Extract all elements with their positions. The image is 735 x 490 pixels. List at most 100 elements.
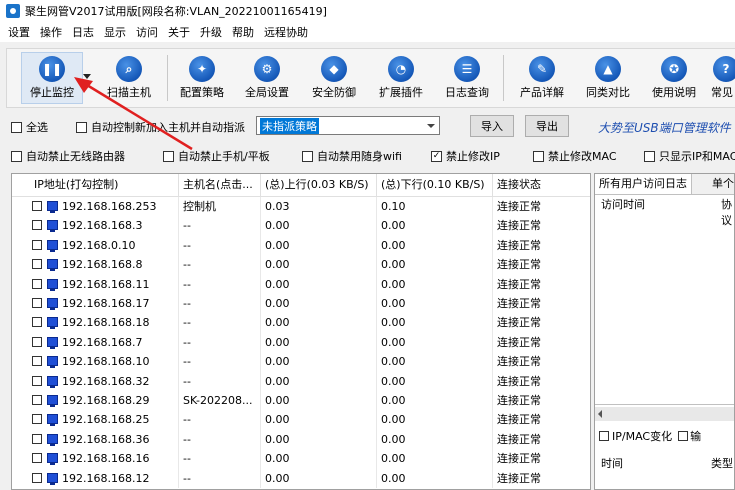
table-row[interactable]: 192.168.168.3 -- 0.00 0.00 连接正常 xyxy=(12,216,590,236)
cell-download: 0.00 xyxy=(377,352,493,372)
promo-slogan[interactable]: 大势至USB端口管理软件 xyxy=(598,119,731,136)
cell-ip: 192.168.168.18 xyxy=(12,313,179,333)
row-checkbox[interactable] xyxy=(32,395,42,405)
cell-status: 连接正常 xyxy=(493,372,590,391)
cell-upload: 0.00 xyxy=(261,468,377,488)
opt-block-router[interactable]: 自动禁止无线路由器 xyxy=(11,148,125,164)
scan-hosts-button[interactable]: ⌕ 扫描主机 xyxy=(99,53,159,103)
menu-settings[interactable]: 设置 xyxy=(0,24,35,40)
auto-control-checkbox[interactable]: 自动控制新加入主机并自动指派 xyxy=(76,119,245,135)
cell-ip: 192.168.168.29 xyxy=(12,391,179,411)
product-detail-button[interactable]: ✎ 产品详解 xyxy=(512,53,572,103)
row-checkbox[interactable] xyxy=(32,375,42,386)
cell-upload: 0.00 xyxy=(261,255,377,275)
menu-access[interactable]: 访问 xyxy=(131,24,163,40)
select-all-checkbox[interactable]: 全选 xyxy=(11,119,48,135)
cell-ip: 192.168.168.3 xyxy=(12,216,179,236)
row-checkbox[interactable] xyxy=(32,298,42,308)
menu-operate[interactable]: 操作 xyxy=(35,24,67,40)
window-title: 聚生网管V2017试用版[网段名称:VLAN_20221001165419] xyxy=(25,5,327,18)
table-row[interactable]: 192.168.168.25 -- 0.00 0.00 连接正常 xyxy=(12,410,590,430)
row-checkbox[interactable] xyxy=(32,278,42,289)
opt-show-ip-mac[interactable]: 只显示IP和MAC xyxy=(644,148,735,164)
table-row[interactable]: 192.168.168.17 -- 0.00 0.00 连接正常 xyxy=(12,294,590,314)
ip-address: 192.168.168.10 xyxy=(62,355,150,369)
row-checkbox[interactable] xyxy=(32,414,42,425)
tab-single[interactable]: 单个 xyxy=(708,174,734,194)
table-row[interactable]: 192.168.168.16 -- 0.00 0.00 连接正常 xyxy=(12,449,590,469)
cell-ip: 192.168.168.36 xyxy=(12,429,179,450)
global-settings-button[interactable]: ⚙ 全局设置 xyxy=(237,53,297,103)
security-defense-button[interactable]: ◆ 安全防御 xyxy=(304,53,364,103)
ip-address: 192.168.168.8 xyxy=(62,258,143,272)
table-row[interactable]: 192.168.168.7 -- 0.00 0.00 连接正常 xyxy=(12,332,590,353)
col-status[interactable]: 连接状态 xyxy=(493,174,590,196)
opt-block-wifi[interactable]: 自动禁用随身wifi xyxy=(302,148,402,164)
opt-forbid-ip-change[interactable]: ✓ 禁止修改IP xyxy=(431,148,500,164)
row-checkbox[interactable] xyxy=(32,259,42,270)
export-button[interactable]: 导出 xyxy=(525,115,569,137)
scroll-left-icon[interactable] xyxy=(598,410,602,418)
row-checkbox[interactable] xyxy=(32,201,42,211)
table-row[interactable]: 192.168.168.8 -- 0.00 0.00 连接正常 xyxy=(12,255,590,275)
cell-status: 连接正常 xyxy=(493,333,590,352)
manual-button[interactable]: ✪ 使用说明 xyxy=(644,53,704,103)
table-row[interactable]: 192.168.168.253 控制机 0.03 0.10 连接正常 xyxy=(12,197,590,217)
col-download[interactable]: (总)下行(0.10 KB/S) xyxy=(377,174,493,196)
table-row[interactable]: 192.168.168.18 -- 0.00 0.00 连接正常 xyxy=(12,313,590,333)
import-button[interactable]: 导入 xyxy=(470,115,514,137)
cell-upload: 0.00 xyxy=(261,235,377,256)
row-checkbox[interactable] xyxy=(32,433,42,444)
horizontal-scrollbar[interactable] xyxy=(595,407,734,421)
menu-help[interactable]: 帮助 xyxy=(227,24,259,40)
col-ip[interactable]: IP地址(打勾控制) xyxy=(12,174,179,196)
opt-block-phone[interactable]: 自动禁止手机/平板 xyxy=(163,148,270,164)
table-row[interactable]: 192.168.0.10 -- 0.00 0.00 连接正常 xyxy=(12,235,590,256)
log-query-button[interactable]: ☰ 日志查询 xyxy=(437,53,497,103)
tab-all-users-log[interactable]: 所有用户访问日志 xyxy=(595,174,692,194)
col-time: 时间 xyxy=(601,457,623,470)
opt-forbid-mac-change[interactable]: 禁止修改MAC xyxy=(533,148,617,164)
row-checkbox[interactable] xyxy=(32,453,42,464)
menu-display[interactable]: 显示 xyxy=(99,24,131,40)
config-policy-button[interactable]: ✦ 配置策略 xyxy=(172,53,232,103)
cell-hostname: -- xyxy=(179,352,261,372)
shield-icon: ◆ xyxy=(321,56,347,82)
table-row[interactable]: 192.168.168.32 -- 0.00 0.00 连接正常 xyxy=(12,371,590,391)
log-tabs: 所有用户访问日志 单个 xyxy=(595,174,734,195)
policy-select[interactable]: 未指派策略 xyxy=(256,116,440,135)
row-checkbox[interactable] xyxy=(32,336,42,347)
table-row[interactable]: 192.168.168.11 -- 0.00 0.00 连接正常 xyxy=(12,274,590,294)
manual-icon: ✪ xyxy=(661,56,687,82)
table-row[interactable]: 192.168.168.12 -- 0.00 0.00 连接正常 xyxy=(12,468,590,488)
compare-button[interactable]: ▲ 同类对比 xyxy=(578,53,638,103)
computer-icon xyxy=(47,414,58,427)
extra-checkbox[interactable] xyxy=(678,431,689,441)
menu-upgrade[interactable]: 升级 xyxy=(195,24,227,40)
cell-hostname: -- xyxy=(179,274,261,294)
row-checkbox[interactable] xyxy=(32,220,42,231)
dropdown-arrow-icon[interactable] xyxy=(83,74,91,79)
row-checkbox[interactable] xyxy=(32,472,42,483)
menu-remote[interactable]: 远程协助 xyxy=(259,24,313,40)
extension-plugin-button[interactable]: ◔ 扩展插件 xyxy=(371,53,431,103)
row-checkbox[interactable] xyxy=(32,239,42,250)
row-checkbox[interactable] xyxy=(32,356,42,367)
row-checkbox[interactable] xyxy=(32,317,42,328)
stop-monitor-button[interactable]: ❚❚ 停止监控 xyxy=(21,52,83,104)
cell-hostname: -- xyxy=(179,429,261,450)
cell-hostname: SK-202208... xyxy=(179,391,261,411)
menu-log[interactable]: 日志 xyxy=(67,24,99,40)
cell-status: 连接正常 xyxy=(493,469,590,488)
cell-ip: 192.168.168.11 xyxy=(12,274,179,294)
faq-button[interactable]: ? 常见 xyxy=(707,53,735,103)
table-row[interactable]: 192.168.168.10 -- 0.00 0.00 连接正常 xyxy=(12,352,590,372)
col-hostname[interactable]: 主机名(点击... xyxy=(179,174,261,196)
table-row[interactable]: 192.168.168.29 SK-202208... 0.00 0.00 连接正常 xyxy=(12,391,590,411)
menu-about[interactable]: 关于 xyxy=(163,24,195,40)
ip-address: 192.168.168.7 xyxy=(62,335,143,349)
cell-upload: 0.00 xyxy=(261,216,377,236)
col-upload[interactable]: (总)上行(0.03 KB/S) xyxy=(261,174,377,196)
table-row[interactable]: 192.168.168.36 -- 0.00 0.00 连接正常 xyxy=(12,429,590,450)
ip-mac-change-checkbox[interactable] xyxy=(599,431,609,441)
